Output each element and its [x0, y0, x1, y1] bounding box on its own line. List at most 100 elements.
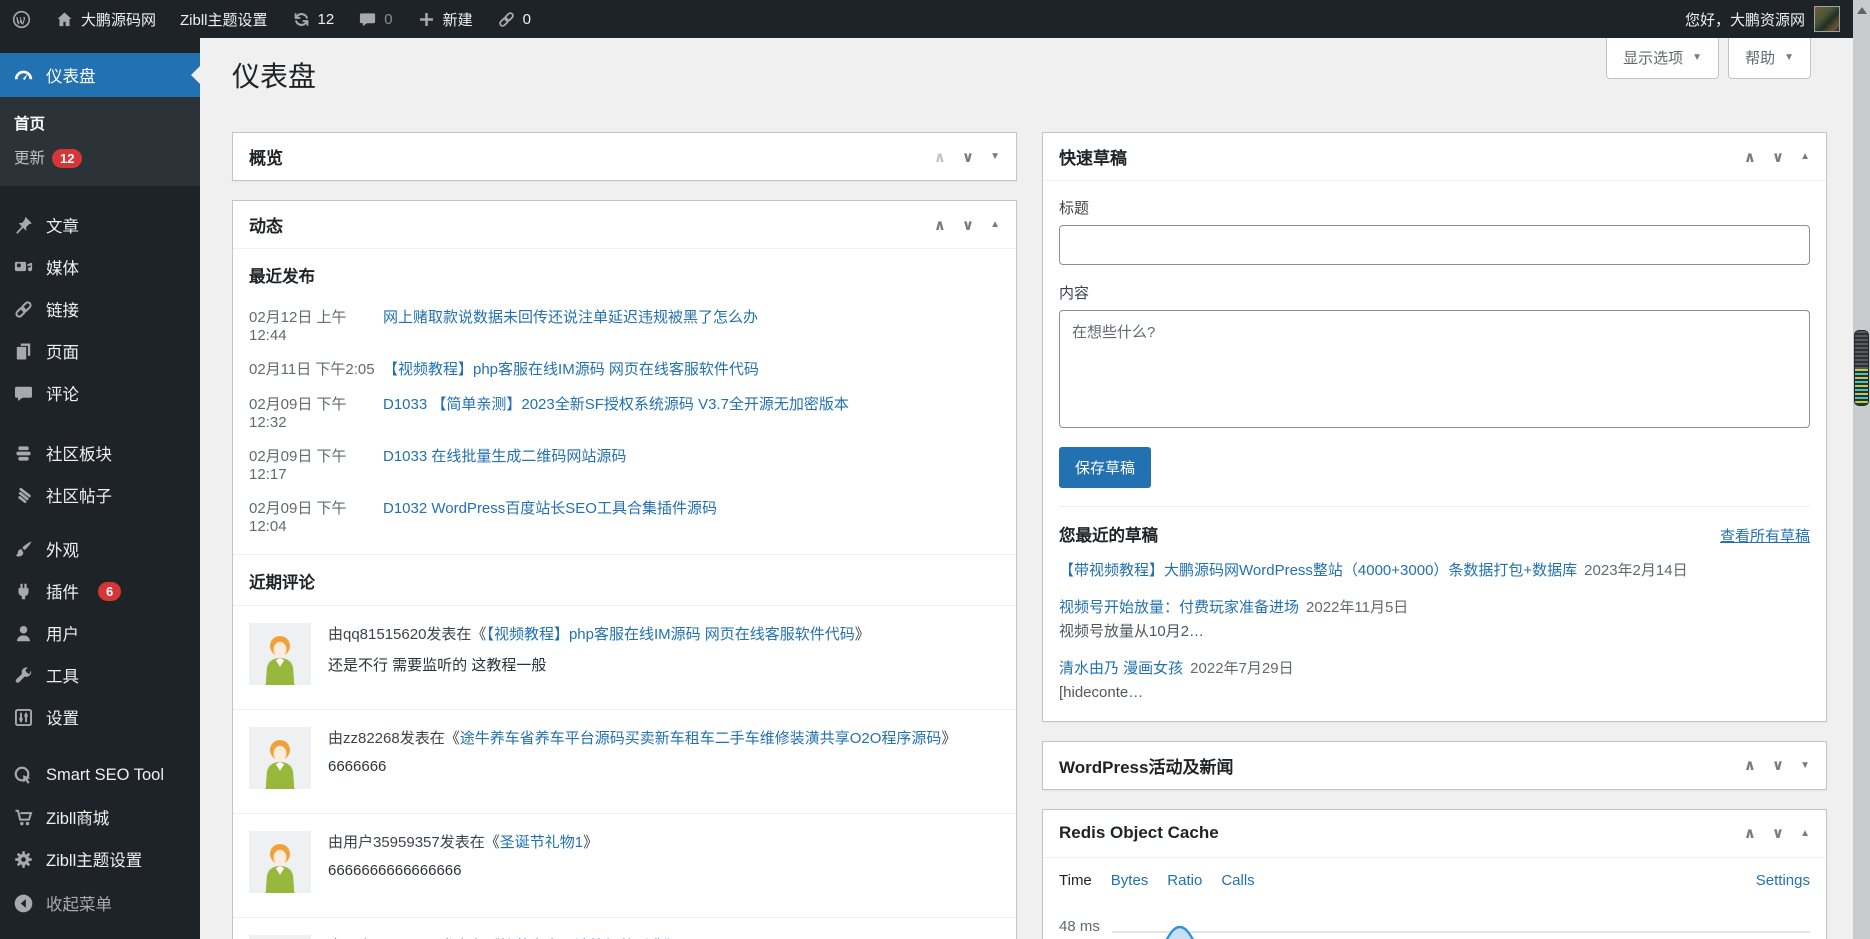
sidebar-item-settings[interactable]: 设置	[0, 696, 200, 738]
post-link[interactable]: D1033 【简单亲测】2023全新SF授权系统源码 V3.7全开源无加密版本	[383, 393, 849, 431]
save-draft-button[interactable]: 保存草稿	[1059, 447, 1151, 488]
plugins-badge: 6	[98, 582, 121, 601]
move-down-button[interactable]: ∨	[962, 216, 974, 234]
account-menu[interactable]: 您好，大鹏资源网	[1685, 0, 1870, 38]
sidebar-item-zibll-shop[interactable]: Zibll商城	[0, 796, 200, 838]
post-link[interactable]: D1032 WordPress百度站长SEO工具合集插件源码	[383, 497, 717, 535]
draft-date: 2022年7月29日	[1190, 660, 1293, 677]
plus-icon	[417, 10, 436, 29]
collapse-arrow-icon	[13, 893, 34, 914]
draft-date: 2023年2月14日	[1584, 562, 1687, 579]
stacked-bars-icon	[13, 443, 34, 464]
updates-link[interactable]: 12	[280, 0, 347, 38]
panel-quick-draft-title: 快速草稿	[1059, 144, 1127, 169]
sidebar-item-users[interactable]: 用户	[0, 612, 200, 654]
post-row: 02月12日 上午12:44 网上赌取款说数据未回传还说注单延迟违规被黑了怎么办	[249, 299, 1000, 351]
home-icon	[55, 10, 74, 29]
sidebar-item-dashboard[interactable]: 仪表盘	[0, 53, 200, 97]
draft-link[interactable]: 清水由乃 漫画女孩	[1059, 660, 1183, 677]
sidebar-item-smart-seo-tool[interactable]: Smart SEO Tool	[0, 754, 200, 796]
redis-tab-time[interactable]: Time	[1059, 872, 1092, 889]
new-content-link[interactable]: 新建	[405, 0, 485, 38]
page-scrollbar[interactable]	[1853, 0, 1870, 939]
help-button[interactable]: 帮助 ▼	[1728, 38, 1811, 79]
sidebar-subitem-updates[interactable]: 更新12	[0, 140, 200, 174]
toggle-panel-button[interactable]: ▲	[990, 219, 1000, 230]
panel-overview: 概览 ∧ ∨ ▼	[232, 132, 1017, 181]
comments-link[interactable]: 0	[346, 0, 404, 38]
move-up-button[interactable]: ∧	[934, 148, 946, 166]
move-down-button[interactable]: ∨	[1772, 824, 1784, 842]
sidebar-item-tools[interactable]: 工具	[0, 654, 200, 696]
comment-bubble-icon	[358, 10, 377, 29]
screen-options-button[interactable]: 显示选项 ▼	[1606, 38, 1719, 79]
comment-meta: 由用户35959357发表在《桜井宁宁无法抗拒的后辈》	[328, 935, 680, 939]
toggle-panel-button[interactable]: ▲	[1800, 151, 1810, 162]
move-down-button[interactable]: ∨	[962, 148, 974, 166]
sidebar-item-zibll-theme-settings[interactable]: Zibll主题设置	[0, 838, 200, 880]
toggle-panel-button[interactable]: ▼	[990, 151, 1000, 162]
pages-icon	[13, 341, 34, 362]
draft-excerpt: [hideconte…	[1059, 682, 1810, 705]
sidebar-item-forum-sections[interactable]: 社区板块	[0, 432, 200, 474]
paintbrush-icon	[13, 539, 34, 560]
toggle-panel-button[interactable]: ▲	[1800, 828, 1810, 839]
sidebar-item-pages[interactable]: 页面	[0, 330, 200, 372]
draft-excerpt: 视频号放量从10月2…	[1059, 621, 1810, 644]
sidebar-subitem-home[interactable]: 首页	[0, 106, 200, 140]
commenter-avatar	[249, 831, 311, 893]
sidebar-item-links[interactable]: 链接	[0, 288, 200, 330]
draft-link[interactable]: 【带视频教程】大鹏源码网WordPress整站（4000+3000）条数据打包+…	[1059, 562, 1577, 579]
draft-link[interactable]: 视频号开始放量：付费玩家准备进场	[1059, 599, 1299, 616]
post-row: 02月09日 下午12:04 D1032 WordPress百度站长SEO工具合…	[249, 490, 1000, 542]
scrollbar-thumb[interactable]	[1854, 330, 1869, 406]
sidebar-item-appearance[interactable]: 外观	[0, 528, 200, 570]
redis-chart: 48 ms	[1059, 918, 1810, 939]
sidebar-item-comments[interactable]: 评论	[0, 372, 200, 414]
move-up-button[interactable]: ∧	[1744, 148, 1756, 166]
post-link[interactable]: 网上赌取款说数据未回传还说注单延迟违规被黑了怎么办	[383, 306, 758, 344]
comment-post-link[interactable]: 【视频教程】php客服在线IM源码 网页在线客服软件代码	[486, 626, 854, 643]
move-up-button[interactable]: ∧	[1744, 756, 1756, 774]
panel-activity-title: 动态	[249, 212, 283, 237]
sidebar-item-plugins[interactable]: 插件 6	[0, 570, 200, 612]
sidebar-item-forum-posts[interactable]: 社区帖子	[0, 474, 200, 516]
move-down-button[interactable]: ∨	[1772, 148, 1784, 166]
draft-title-input[interactable]	[1059, 225, 1810, 265]
recent-posts-heading: 最近发布	[233, 249, 1016, 297]
redis-metric-tabs: Time Bytes Ratio Calls Settings	[1059, 872, 1810, 889]
post-link[interactable]: D1033 在线批量生成二维码网站源码	[383, 445, 626, 483]
zibll-theme-settings-link[interactable]: Zibll主题设置	[168, 0, 280, 38]
comment-count: 0	[384, 11, 392, 28]
redis-tab-calls[interactable]: Calls	[1221, 872, 1254, 889]
post-row: 02月09日 下午12:32 D1033 【简单亲测】2023全新SF授权系统源…	[249, 386, 1000, 438]
redis-settings-link[interactable]: Settings	[1756, 872, 1810, 889]
comment-post-link[interactable]: 途牛养车省养车平台源码买卖新车租车二手车维修装潢共享O2O程序源码	[460, 730, 942, 747]
post-date: 02月12日 上午12:44	[249, 306, 383, 344]
wordpress-logo-menu[interactable]	[0, 0, 43, 38]
redis-latency-chart	[1112, 925, 1810, 939]
draft-content-textarea[interactable]	[1059, 310, 1810, 428]
broken-links-link[interactable]: 0	[485, 0, 543, 38]
redis-tab-ratio[interactable]: Ratio	[1167, 872, 1202, 889]
move-down-button[interactable]: ∨	[1772, 756, 1784, 774]
collapse-menu-button[interactable]: 收起菜单	[0, 882, 200, 924]
comment-item: 由qq81515620发表在《【视频教程】php客服在线IM源码 网页在线客服软…	[233, 606, 1016, 710]
gear-icon	[13, 849, 34, 870]
comment-content: 6666666666666666	[328, 862, 598, 879]
redis-tab-bytes[interactable]: Bytes	[1111, 872, 1149, 889]
caret-down-icon: ▼	[1784, 52, 1794, 63]
move-up-button[interactable]: ∧	[934, 216, 946, 234]
view-all-drafts-link[interactable]: 查看所有草稿	[1720, 525, 1810, 546]
comment-post-link[interactable]: 圣诞节礼物1	[500, 834, 583, 851]
scrollbar-up-arrow-icon[interactable]	[1857, 7, 1867, 14]
sidebar-item-media[interactable]: 媒体	[0, 246, 200, 288]
post-link[interactable]: 【视频教程】php客服在线IM源码 网页在线客服软件代码	[383, 358, 759, 379]
site-name-link[interactable]: 大鹏源码网	[43, 0, 168, 38]
sidebar-item-posts[interactable]: 文章	[0, 204, 200, 246]
toggle-panel-button[interactable]: ▼	[1800, 760, 1810, 771]
update-count: 12	[318, 11, 335, 28]
move-up-button[interactable]: ∧	[1744, 824, 1756, 842]
recent-comments-heading: 近期评论	[233, 555, 1016, 606]
updates-badge: 12	[52, 149, 82, 168]
